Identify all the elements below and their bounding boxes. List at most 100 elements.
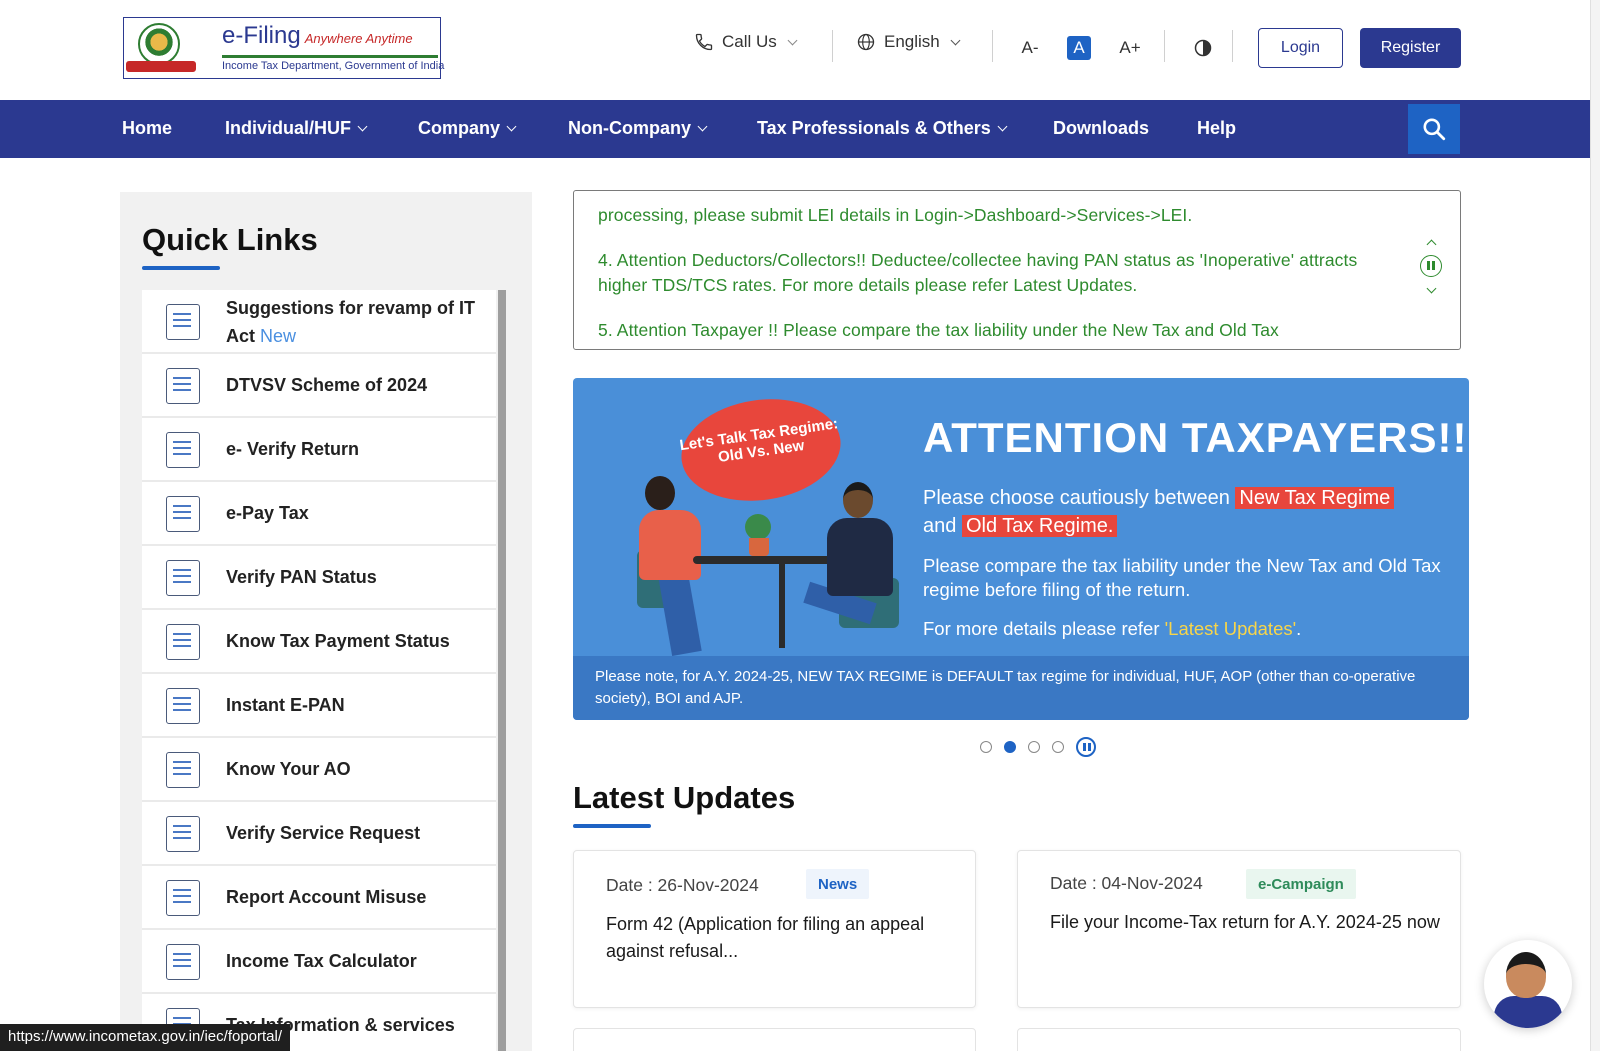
update-card[interactable] (573, 1028, 976, 1051)
quick-link-label: Know Tax Payment Status (226, 631, 450, 651)
latest-updates-title: Latest Updates (573, 780, 796, 815)
chatbot-avatar-button[interactable] (1484, 940, 1572, 1028)
latest-updates-link[interactable]: 'Latest Updates' (1165, 618, 1297, 639)
chatbot-icon (1506, 952, 1546, 998)
font-normal-button[interactable]: A (1067, 36, 1091, 60)
chevron-down-icon[interactable] (1426, 283, 1437, 294)
nav-tax-professionals[interactable]: Tax Professionals & Others (757, 118, 1008, 139)
nav-label: Individual/HUF (225, 118, 351, 138)
ticker-line: processing, please submit LEI details in… (598, 205, 1193, 225)
title-underline (142, 266, 220, 270)
top-header: e-Filing Anywhere Anytime Income Tax Depa… (0, 0, 1590, 100)
carousel-dot[interactable] (1052, 741, 1064, 753)
page-scrollbar[interactable] (1590, 0, 1600, 1051)
call-us-dropdown[interactable]: Call Us (694, 32, 798, 52)
quick-link-instant-epan[interactable]: Instant E-PAN (142, 674, 496, 738)
language-dropdown[interactable]: English (856, 32, 961, 52)
quick-link-label: Verify PAN Status (226, 567, 377, 587)
illustration-person (843, 482, 873, 518)
payment-icon (166, 496, 200, 532)
register-button[interactable]: Register (1360, 28, 1461, 68)
chevron-down-icon (697, 121, 708, 132)
chevron-up-icon[interactable] (1426, 239, 1437, 250)
carousel-dot[interactable] (1028, 741, 1040, 753)
speech-bubble: Let's Talk Tax Regime: Old Vs. New (674, 389, 848, 511)
search-icon (1423, 118, 1446, 141)
carousel-dot-active[interactable] (1004, 741, 1016, 753)
quick-link-label: Instant E-PAN (226, 695, 345, 715)
illustration-pot (749, 538, 769, 556)
quick-link-report-misuse[interactable]: Report Account Misuse (142, 866, 496, 930)
phone-icon (695, 33, 713, 51)
quick-link-tax-calculator[interactable]: Income Tax Calculator (142, 930, 496, 994)
quick-link-label: e-Pay Tax (226, 503, 309, 523)
document-edit-icon (166, 304, 200, 340)
pan-card-icon (166, 560, 200, 596)
update-badge: e-Campaign (1246, 869, 1356, 899)
quick-link-dtvsv[interactable]: DTVSV Scheme of 2024 (142, 354, 496, 418)
quick-link-everify-return[interactable]: e- Verify Return (142, 418, 496, 482)
nav-help[interactable]: Help (1197, 118, 1236, 139)
nav-individual-huf[interactable]: Individual/HUF (225, 118, 368, 139)
carousel-dot[interactable] (980, 741, 992, 753)
quick-links-panel: Quick Links Suggestions for revamp of IT… (120, 192, 532, 1051)
verify-envelope-icon (166, 432, 200, 468)
search-button[interactable] (1408, 104, 1460, 154)
national-emblem-icon (124, 19, 214, 77)
quick-link-it-act-revamp[interactable]: Suggestions for revamp of IT Act New (142, 290, 496, 354)
quick-link-verify-service-request[interactable]: Verify Service Request (142, 802, 496, 866)
nav-company[interactable]: Company (418, 118, 517, 139)
chevron-down-icon (997, 121, 1008, 132)
nav-non-company[interactable]: Non-Company (568, 118, 708, 139)
update-card[interactable]: Date : 26-Nov-2024 News Form 42 (Applica… (573, 850, 976, 1008)
pause-icon[interactable] (1076, 737, 1096, 757)
nav-downloads[interactable]: Downloads (1053, 118, 1149, 139)
carousel-indicators (980, 737, 1096, 757)
call-us-label: Call Us (722, 32, 777, 51)
quick-link-verify-pan[interactable]: Verify PAN Status (142, 546, 496, 610)
quick-link-epay-tax[interactable]: e-Pay Tax (142, 482, 496, 546)
font-decrease-button[interactable]: A- (1018, 36, 1042, 60)
contrast-icon (1194, 39, 1212, 57)
nav-label: Tax Professionals & Others (757, 118, 991, 138)
divider (832, 30, 833, 62)
update-card[interactable]: Date : 04-Nov-2024 e-Campaign File your … (1017, 850, 1461, 1008)
scheme-document-icon (166, 368, 200, 404)
quick-link-label: Know Your AO (226, 759, 351, 779)
nav-label: Home (122, 118, 173, 138)
update-date: Date : 04-Nov-2024 (1050, 873, 1203, 893)
illustration-plant (745, 514, 771, 540)
illustration-table (779, 564, 785, 648)
carousel-banner[interactable]: Let's Talk Tax Regime: Old Vs. New ATTEN… (573, 378, 1469, 720)
epan-card-icon (166, 688, 200, 724)
chevron-down-icon (357, 121, 368, 132)
banner-text: . (1296, 618, 1302, 639)
illustration-person (639, 510, 701, 580)
illustration-person (827, 518, 893, 596)
login-button[interactable]: Login (1258, 28, 1343, 68)
pause-icon[interactable] (1420, 255, 1442, 277)
banner-compare-line: Please compare the tax liability under t… (923, 555, 1441, 600)
quick-link-tax-payment-status[interactable]: Know Tax Payment Status (142, 610, 496, 674)
ticker-line: 5. Attention Taxpayer !! Please compare … (598, 320, 1279, 340)
divider (1164, 30, 1165, 62)
logo-title: e-Filing (222, 22, 301, 49)
banner-title: ATTENTION TAXPAYERS!! (923, 414, 1468, 461)
highlight-new-regime: New Tax Regime (1235, 487, 1395, 509)
quick-links-scrollbar[interactable] (498, 290, 506, 1051)
nav-home[interactable]: Home (122, 118, 172, 139)
banner-text: and (923, 515, 962, 537)
main-nav: Home Individual/HUF Company Non-Company … (0, 100, 1590, 158)
contrast-toggle[interactable] (1191, 36, 1215, 60)
chevron-down-icon (506, 121, 517, 132)
efiling-logo[interactable]: e-Filing Anywhere Anytime Income Tax Depa… (123, 17, 444, 79)
quick-link-know-your-ao[interactable]: Know Your AO (142, 738, 496, 802)
update-card[interactable] (1017, 1028, 1461, 1051)
font-increase-button[interactable]: A+ (1118, 36, 1142, 60)
chatbot-icon (1494, 996, 1562, 1028)
nav-label: Non-Company (568, 118, 691, 138)
new-badge: New (260, 326, 297, 346)
ticker-controls (1418, 233, 1448, 303)
nav-label: Help (1197, 118, 1237, 138)
banner-refer-line: For more details please refer 'Latest Up… (923, 618, 1301, 640)
